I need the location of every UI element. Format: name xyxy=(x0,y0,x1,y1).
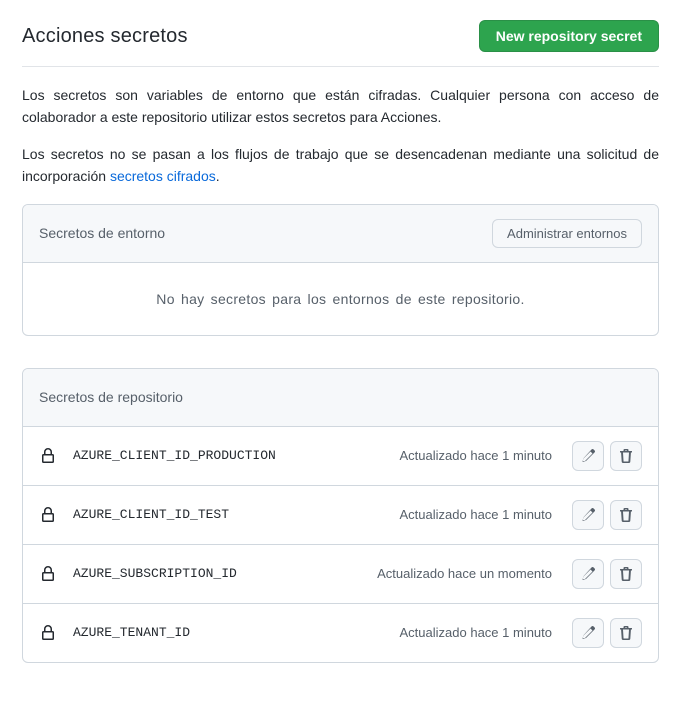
edit-secret-button[interactable] xyxy=(572,618,604,648)
edit-secret-button[interactable] xyxy=(572,559,604,589)
secret-actions xyxy=(572,559,642,589)
pencil-icon xyxy=(580,448,596,464)
secret-updated-time: Actualizado hace 1 minuto xyxy=(400,507,552,522)
lock-icon xyxy=(40,448,56,464)
environment-secrets-title: Secretos de entorno xyxy=(39,225,165,241)
secret-name: AZURE_TENANT_ID xyxy=(73,625,384,640)
secret-row: AZURE_SUBSCRIPTION_ID Actualizado hace un… xyxy=(23,544,658,603)
secret-lock-icon-slot xyxy=(39,507,57,523)
secret-updated-time: Actualizado hace 1 minuto xyxy=(400,448,552,463)
secret-actions xyxy=(572,500,642,530)
page-header: Acciones secretos New repository secret xyxy=(22,0,659,67)
lock-icon xyxy=(40,625,56,641)
secret-name: AZURE_CLIENT_ID_PRODUCTION xyxy=(73,448,384,463)
pencil-icon xyxy=(580,566,596,582)
edit-secret-button[interactable] xyxy=(572,441,604,471)
secret-lock-icon-slot xyxy=(39,625,57,641)
environment-secrets-header: Secretos de entorno Administrar entornos xyxy=(23,205,658,263)
trash-icon xyxy=(618,625,634,641)
secret-updated-time: Actualizado hace 1 minuto xyxy=(400,625,552,640)
secret-name: AZURE_CLIENT_ID_TEST xyxy=(73,507,384,522)
encrypted-secrets-link[interactable]: secretos cifrados xyxy=(110,168,216,184)
environment-secrets-empty-text: No hay secretos para los entornos de est… xyxy=(23,263,658,335)
secret-row: AZURE_CLIENT_ID_TEST Actualizado hace 1 m… xyxy=(23,485,658,544)
repository-secrets-title: Secretos de repositorio xyxy=(39,389,183,405)
secret-updated-time: Actualizado hace un momento xyxy=(377,566,552,581)
delete-secret-button[interactable] xyxy=(610,441,642,471)
environment-secrets-panel: Secretos de entorno Administrar entornos… xyxy=(22,204,659,336)
description-line-1: Los secretos son variables de entorno qu… xyxy=(22,85,659,128)
delete-secret-button[interactable] xyxy=(610,559,642,589)
trash-icon xyxy=(618,448,634,464)
manage-environments-button[interactable]: Administrar entornos xyxy=(492,219,642,248)
description-line-2: Los secretos no se pasan a los flujos de… xyxy=(22,144,659,187)
secret-lock-icon-slot xyxy=(39,448,57,464)
secret-actions xyxy=(572,618,642,648)
repository-secrets-panel: Secretos de repositorio AZURE_CLIENT_ID_… xyxy=(22,368,659,663)
repository-secrets-header: Secretos de repositorio xyxy=(23,369,658,426)
lock-icon xyxy=(40,566,56,582)
edit-secret-button[interactable] xyxy=(572,500,604,530)
secret-actions xyxy=(572,441,642,471)
secret-row: AZURE_TENANT_ID Actualizado hace 1 minuto xyxy=(23,603,658,662)
pencil-icon xyxy=(580,625,596,641)
description-line-2-suffix: . xyxy=(216,168,220,184)
trash-icon xyxy=(618,566,634,582)
pencil-icon xyxy=(580,507,596,523)
page-title: Acciones secretos xyxy=(22,25,188,48)
secret-row: AZURE_CLIENT_ID_PRODUCTION Actualizado ha… xyxy=(23,427,658,485)
new-repository-secret-button[interactable]: New repository secret xyxy=(479,20,659,52)
secret-name: AZURE_SUBSCRIPTION_ID xyxy=(73,566,361,581)
delete-secret-button[interactable] xyxy=(610,500,642,530)
trash-icon xyxy=(618,507,634,523)
secret-lock-icon-slot xyxy=(39,566,57,582)
delete-secret-button[interactable] xyxy=(610,618,642,648)
lock-icon xyxy=(40,507,56,523)
